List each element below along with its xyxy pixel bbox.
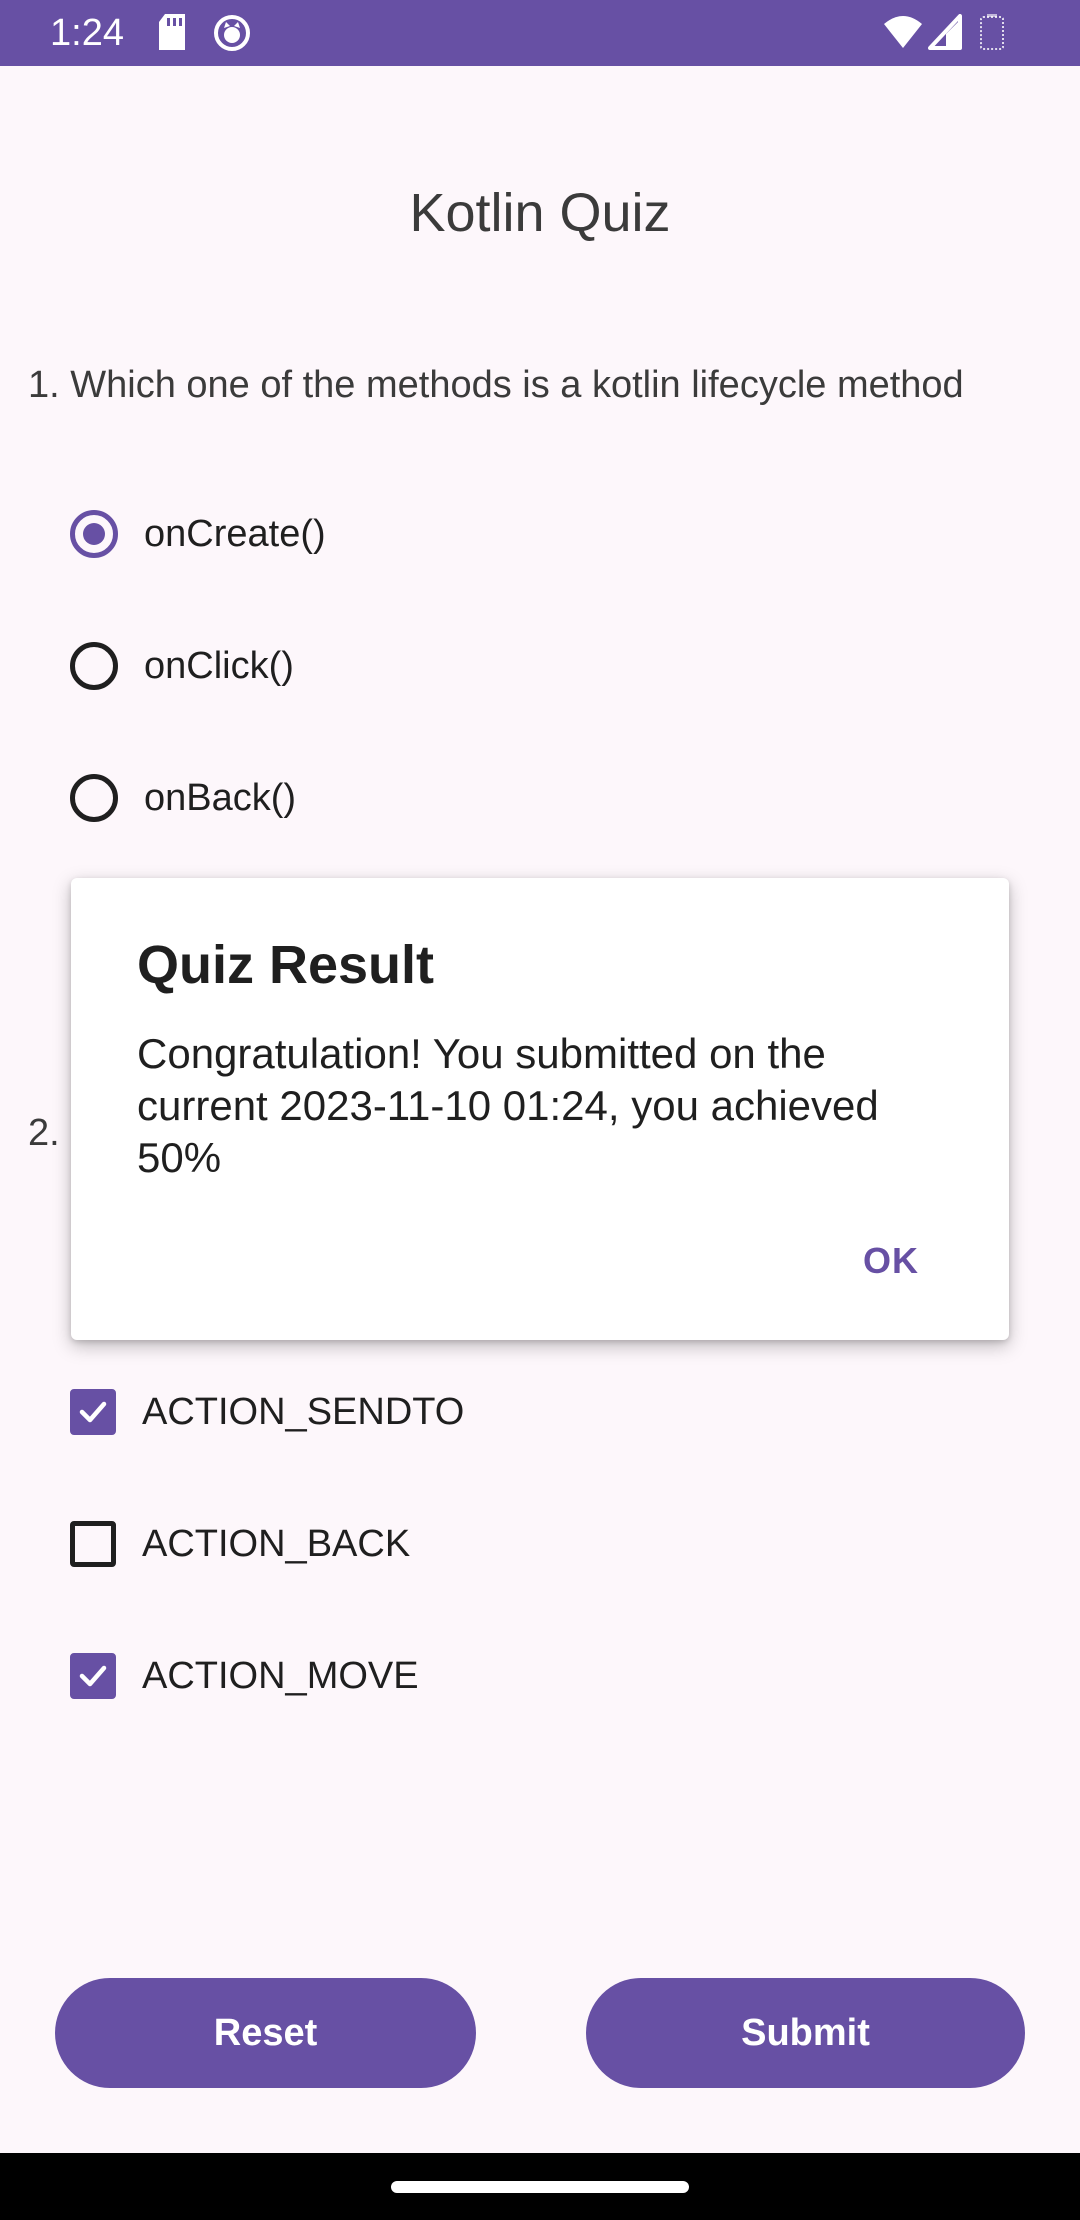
- q2-option-action-move[interactable]: ACTION_MOVE: [70, 1644, 419, 1708]
- page-title: Kotlin Quiz: [409, 183, 671, 243]
- check-icon: [79, 1401, 107, 1423]
- radio-button[interactable]: [70, 642, 118, 690]
- status-time: 1:24: [50, 12, 124, 54]
- reset-button[interactable]: Reset: [55, 1978, 476, 2088]
- checkbox-checked[interactable]: [70, 1389, 116, 1435]
- navigation-bar: [0, 2153, 1080, 2220]
- checkbox[interactable]: [70, 1521, 116, 1567]
- battery-icon: [980, 14, 1004, 55]
- home-gesture-handle[interactable]: [391, 2181, 689, 2193]
- option-label: ACTION_MOVE: [142, 1654, 419, 1697]
- option-label: ACTION_BACK: [142, 1522, 411, 1565]
- dialog-title: Quiz Result: [137, 935, 435, 995]
- radio-button-selected[interactable]: [70, 510, 118, 558]
- app-notification-icon: [213, 14, 251, 57]
- q1-option-onback[interactable]: onBack(): [70, 766, 296, 830]
- q1-option-onclick[interactable]: onClick(): [70, 634, 294, 698]
- wifi-icon: [882, 14, 924, 55]
- submit-button[interactable]: Submit: [586, 1978, 1025, 2088]
- ok-button[interactable]: OK: [863, 1240, 919, 1282]
- option-label: onClick(): [144, 644, 294, 687]
- question-1-text: 1. Which one of the methods is a kotlin …: [28, 364, 964, 406]
- check-icon: [79, 1665, 107, 1687]
- q1-option-oncreate[interactable]: onCreate(): [70, 502, 326, 566]
- status-bar: 1:24: [0, 0, 1080, 66]
- q2-option-action-back[interactable]: ACTION_BACK: [70, 1512, 410, 1576]
- signal-icon: [928, 14, 962, 55]
- dialog-message: Congratulation! You submitted on the cur…: [137, 1030, 879, 1181]
- option-label: ACTION_SENDTO: [142, 1390, 465, 1433]
- option-label: onCreate(): [144, 512, 326, 555]
- radio-button[interactable]: [70, 774, 118, 822]
- sd-card-icon: [157, 14, 187, 55]
- question-2-number: 2.: [28, 1112, 60, 1154]
- quiz-screen: 1:24 Kotlin Quiz 1. Which one of the met…: [0, 0, 1080, 2220]
- checkbox-checked[interactable]: [70, 1653, 116, 1699]
- option-label: onBack(): [144, 776, 297, 819]
- quiz-result-dialog: Quiz Result Congratulation! You submitte…: [71, 878, 1009, 1340]
- q2-option-action-sendto[interactable]: ACTION_SENDTO: [70, 1380, 464, 1444]
